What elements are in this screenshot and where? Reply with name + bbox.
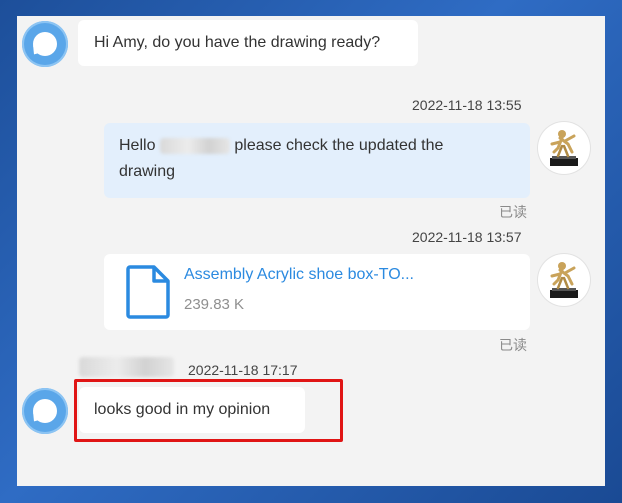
message-text-prefix: Hello [119, 137, 156, 154]
file-attachment-card[interactable]: Assembly Acrylic shoe box-TO... 239.83 K [104, 254, 530, 330]
read-status: 已读 [499, 204, 527, 220]
message-timestamp: 2022-11-18 13:55 [412, 97, 522, 113]
document-icon [126, 265, 170, 319]
message-text-suffix: please check the updated the [234, 137, 444, 154]
message-text-line2: drawing [119, 163, 176, 180]
message-bubble-incoming[interactable]: Hi Amy, do you have the drawing ready? [78, 20, 418, 66]
user-avatar[interactable] [538, 122, 590, 174]
message-timestamp: 2022-11-18 13:57 [412, 229, 522, 245]
chat-panel: Hi Amy, do you have the drawing ready? 2… [17, 16, 605, 486]
message-timestamp: 2022-11-18 17:17 [188, 362, 298, 378]
redacted-sender-name [79, 357, 174, 377]
highlight-box [74, 379, 343, 442]
redacted-name [159, 137, 230, 154]
user-avatar[interactable] [538, 254, 590, 306]
read-status: 已读 [499, 337, 527, 353]
file-name-link[interactable]: Assembly Acrylic shoe box-TO... [184, 266, 414, 284]
trophy-figure-icon [550, 130, 578, 166]
file-size: 239.83 K [184, 296, 245, 313]
contact-avatar[interactable] [22, 388, 68, 434]
contact-avatar[interactable] [22, 21, 68, 67]
message-bubble-outgoing[interactable]: Hello please check the updated the drawi… [104, 123, 530, 198]
trophy-figure-icon [550, 262, 578, 298]
message-text: Hi Amy, do you have the drawing ready? [94, 34, 381, 51]
